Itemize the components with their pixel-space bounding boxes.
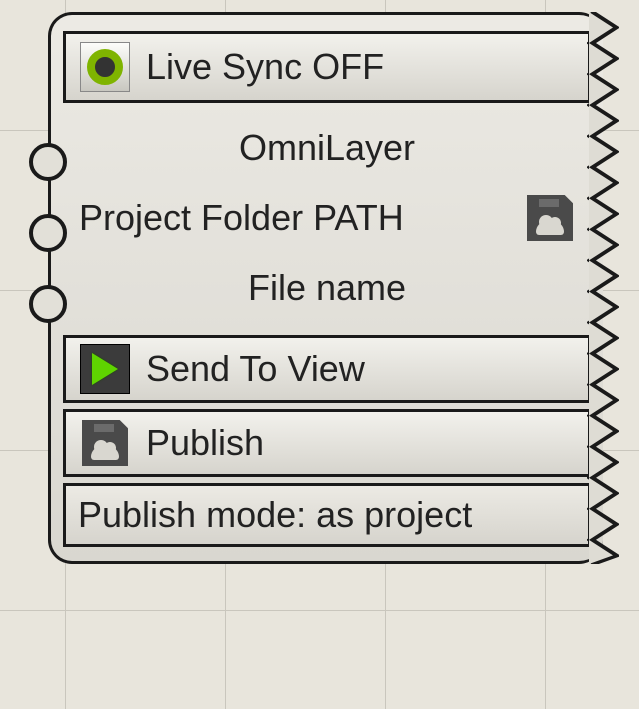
project-path-label: Project Folder PATH [79, 197, 404, 239]
project-path-browse-button[interactable] [527, 195, 573, 241]
node-output-zigzag [587, 12, 619, 564]
live-sync-icon [80, 42, 130, 92]
input-port-omnilayer[interactable] [29, 143, 67, 181]
inputs-block: OmniLayer Project Folder PATH File name [63, 109, 591, 329]
filename-label-row: File name [69, 253, 585, 323]
play-icon [80, 344, 130, 394]
omnilayer-label-row: OmniLayer [69, 113, 585, 183]
send-to-view-label: Send To View [146, 348, 365, 390]
filename-label: File name [248, 267, 406, 309]
live-sync-label: Live Sync OFF [146, 46, 384, 88]
publish-mode-label: Publish mode: as project [78, 494, 472, 536]
omniverse-node[interactable]: Live Sync OFF OmniLayer Project Folder P… [48, 12, 603, 564]
input-port-filename[interactable] [29, 285, 67, 323]
omnilayer-label: OmniLayer [239, 127, 415, 169]
publish-mode-selector[interactable]: Publish mode: as project [63, 483, 591, 547]
project-path-label-row: Project Folder PATH [69, 183, 585, 253]
floppy-cloud-icon [527, 195, 573, 241]
input-port-project-path[interactable] [29, 214, 67, 252]
send-to-view-button[interactable]: Send To View [63, 335, 591, 403]
node-canvas: Live Sync OFF OmniLayer Project Folder P… [0, 0, 639, 709]
publish-label: Publish [146, 422, 264, 464]
publish-floppy-icon [80, 418, 130, 468]
live-sync-toggle[interactable]: Live Sync OFF [63, 31, 591, 103]
publish-button[interactable]: Publish [63, 409, 591, 477]
